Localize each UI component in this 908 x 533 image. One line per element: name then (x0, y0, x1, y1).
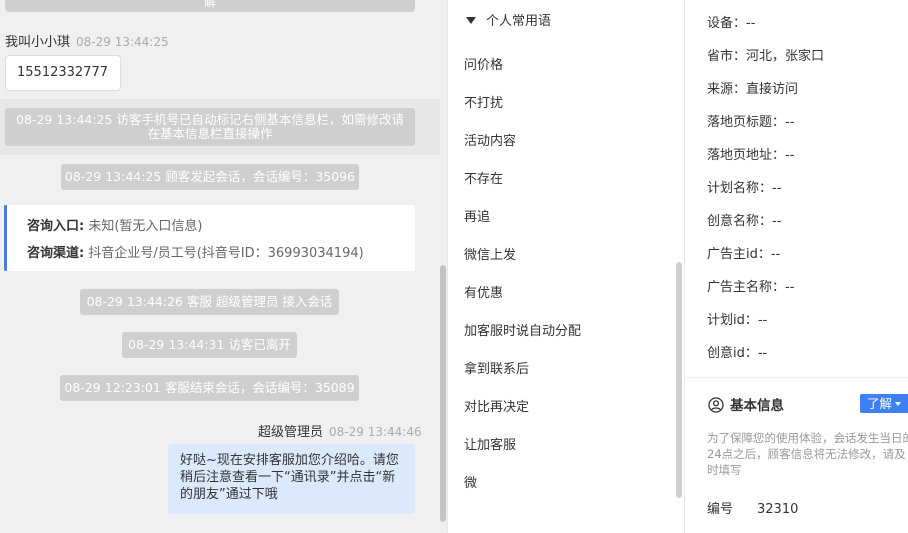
agent-name: 超级管理员 (258, 425, 324, 440)
phrase-item[interactable]: 不存在 (464, 168, 503, 187)
visitor-sender-line: 我叫小小琪 08-29 13:44:25 (5, 31, 169, 50)
chat-toolbar (0, 526, 100, 533)
chat-panel: 解 我叫小小琪 08-29 13:44:25 15512332777 08-29 … (0, 0, 447, 533)
chat-scrollbar[interactable] (440, 265, 446, 522)
phrase-item[interactable]: 对比再决定 (464, 396, 529, 415)
basic-info-title: 基本信息 (730, 398, 784, 414)
visitor-time: 08-29 13:44:25 (76, 35, 169, 49)
phrases-group-header[interactable]: 个人常用语 (466, 10, 551, 30)
phrase-item[interactable]: 拿到联系后 (464, 358, 529, 377)
info-advertiser-id: 广告主id：-- (707, 247, 781, 262)
entry-label: 咨询入口: (27, 219, 85, 234)
info-province-city: 省市：河北，张家口 (707, 49, 825, 64)
number-value: 32310 (757, 502, 799, 517)
system-message: 08-29 13:44:26 客服 超级管理员 接入会话 (80, 289, 339, 315)
system-message: 08-29 13:44:31 访客已离开 (122, 332, 297, 358)
info-device: 设备：-- (707, 16, 756, 31)
visitor-name: 我叫小小琪 (5, 35, 71, 50)
channel-value: 抖音企业号/员工号(抖音号ID：36993034194) (88, 246, 364, 261)
entry-row: 咨询入口: 未知(暂无入口信息) (27, 213, 415, 240)
number-label: 编号 (707, 502, 734, 517)
system-message: 08-29 13:44:25 访客手机号已自动标记右侧基本信息栏，如需修改请在基… (5, 108, 415, 146)
divider (686, 377, 908, 378)
info-advertiser-name: 广告主名称：-- (707, 280, 795, 295)
visitor-info-panel: 设备：-- 省市：河北，张家口 来源：直接访问 落地页标题：-- 落地页地址：-… (686, 0, 908, 533)
user-circle-icon (708, 397, 724, 413)
phrase-item[interactable]: 微信上发 (464, 244, 516, 263)
phrases-group-title: 个人常用语 (486, 14, 552, 29)
phrase-item[interactable]: 有优惠 (464, 282, 503, 301)
caret-down-icon (895, 402, 902, 406)
info-creative-name: 创意名称：-- (707, 214, 782, 229)
phrases-scrollbar[interactable] (676, 262, 682, 498)
phrase-item[interactable]: 不打扰 (464, 92, 503, 111)
visitor-phone: 15512332777 (17, 65, 108, 80)
learn-more-label: 了解 (867, 396, 893, 411)
phrase-item[interactable]: 让加客服 (464, 434, 516, 453)
load-more-button[interactable]: 解 (5, 0, 415, 12)
info-source: 来源：直接访问 (707, 82, 799, 97)
phrase-item[interactable]: 微 (464, 472, 477, 491)
learn-more-button[interactable]: 了解 (860, 394, 908, 413)
phrase-item[interactable]: 活动内容 (464, 130, 516, 149)
entry-value: 未知(暂无入口信息) (88, 219, 203, 234)
agent-time: 08-29 13:44:46 (329, 425, 422, 439)
phrase-item[interactable]: 加客服时说自动分配 (464, 320, 581, 339)
basic-info-notice: 为了保障您的使用体验，会话发生当日的24点之后，顾客信息将无法修改，请及时填写 (707, 431, 908, 477)
phrase-item[interactable]: 问价格 (464, 54, 503, 73)
visitor-phone-bubble[interactable]: 15512332777 (5, 55, 121, 111)
number-row: 编号 32310 (707, 498, 798, 517)
channel-row: 咨询渠道: 抖音企业号/员工号(抖音号ID：36993034194) (27, 240, 415, 267)
common-phrases-panel: 个人常用语 问价格 不打扰 活动内容 不存在 再追 微信上发 有优惠 加客服时说… (447, 0, 685, 533)
info-creative-id: 创意id：-- (707, 346, 768, 361)
info-plan-name: 计划名称：-- (707, 181, 782, 196)
channel-label: 咨询渠道: (27, 246, 85, 261)
info-landing-title: 落地页标题：-- (707, 115, 795, 130)
system-message: 08-29 12:23:01 客服结束会话，会话编号：35089 (60, 375, 359, 401)
info-landing-url: 落地页地址：-- (707, 148, 795, 163)
caret-down-icon (466, 17, 476, 24)
consult-entry-card: 咨询入口: 未知(暂无入口信息) 咨询渠道: 抖音企业号/员工号(抖音号ID：3… (4, 205, 415, 271)
basic-info-header: 基本信息 (708, 394, 784, 414)
info-plan-id: 计划id：-- (707, 313, 768, 328)
phrase-item[interactable]: 再追 (464, 206, 490, 225)
agent-message-bubble: 好哒~现在安排客服加您介绍哈。请您稍后注意查看一下“通讯录”并点击“新的朋友”通… (168, 444, 415, 514)
system-message: 08-29 13:44:25 顾客发起会话，会话编号：35096 (61, 164, 359, 190)
agent-sender-line: 超级管理员 08-29 13:44:46 (258, 421, 422, 440)
